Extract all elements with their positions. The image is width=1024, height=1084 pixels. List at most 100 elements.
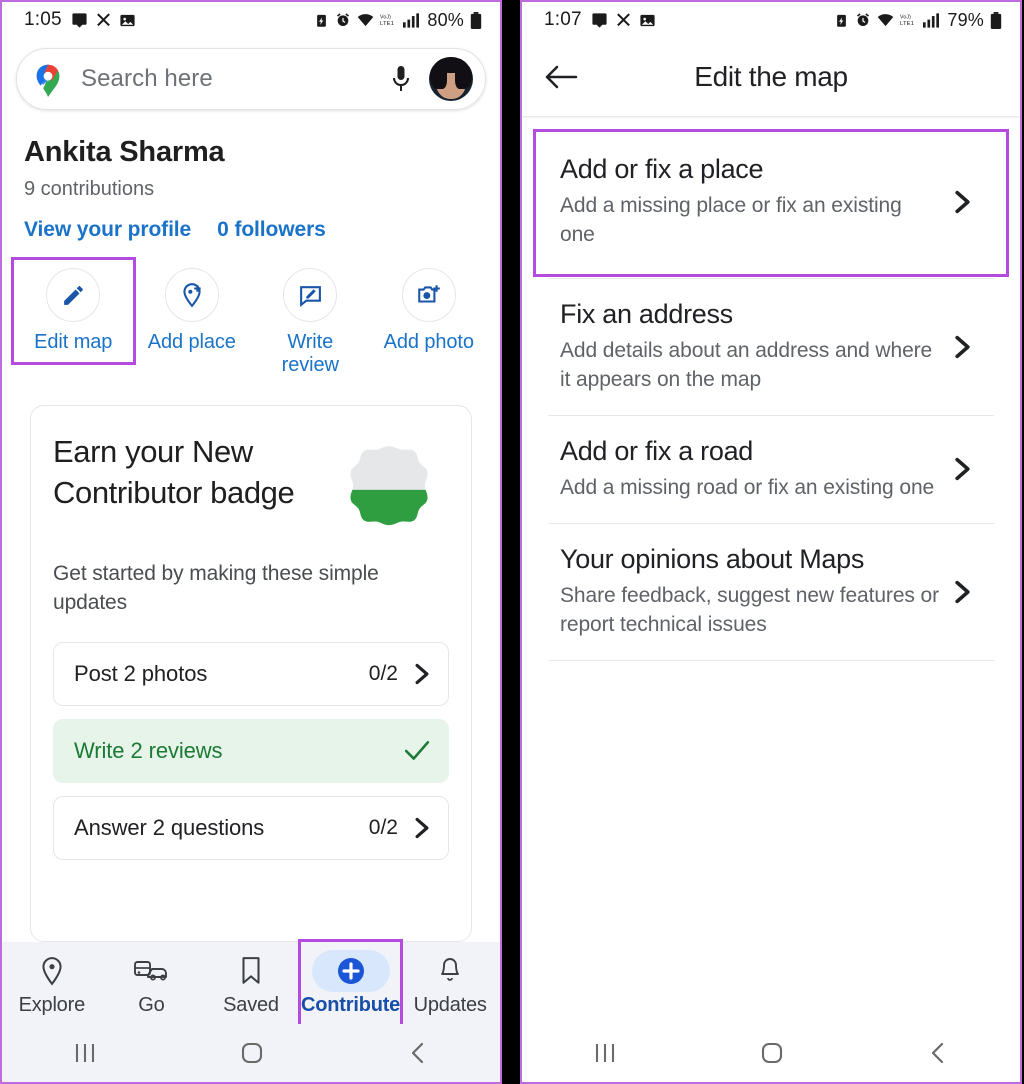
nav-item-explore[interactable]: Explore	[2, 942, 102, 1024]
edit-map-options-list: Add or fix a place Add a missing place o…	[522, 116, 1020, 1024]
option-body: Add or fix a place Add a missing place o…	[536, 154, 942, 250]
quick-action-label: Add place	[147, 331, 236, 353]
checkmark-icon	[404, 740, 430, 762]
search-bar[interactable]: Search here	[16, 48, 486, 110]
option-title: Add or fix a place	[560, 154, 764, 184]
page-title: Edit the map	[694, 61, 848, 92]
option-subtitle: Add a missing road or fix an existing on…	[560, 475, 935, 499]
write-review-icon	[283, 268, 338, 322]
add-place-pin-icon	[164, 268, 219, 322]
system-navigation-bar	[522, 1024, 1020, 1082]
view-profile-link[interactable]: View your profile	[24, 218, 191, 242]
battery-saver-icon	[314, 12, 329, 29]
contribution-count: 9 contributions	[24, 178, 155, 200]
chevron-right-icon	[942, 335, 982, 359]
google-maps-logo-icon	[31, 60, 65, 98]
chevron-right-icon	[942, 457, 982, 481]
commute-icon	[134, 951, 168, 991]
avatar[interactable]	[429, 57, 473, 101]
option-title: Your opinions about Maps	[560, 543, 865, 574]
nav-item-saved[interactable]: Saved	[201, 942, 301, 1024]
quick-action-label: Add photo	[383, 331, 474, 353]
alarm-icon	[335, 12, 351, 28]
signal-icon	[403, 12, 420, 28]
write-review-action[interactable]: Write review	[251, 260, 370, 385]
panel-divider	[502, 0, 520, 1084]
app-header: Edit the map	[522, 38, 1020, 116]
task-row[interactable]: Answer 2 questions 0/2	[53, 795, 449, 860]
status-bar: 1:07 VoJ) LTE1 79%	[522, 2, 1020, 38]
system-navigation-bar	[2, 1024, 500, 1082]
wifi-icon	[877, 13, 894, 28]
option-body: Fix an address Add details about an addr…	[536, 299, 942, 395]
svg-text:VoJ): VoJ)	[380, 15, 391, 21]
option-title: Add or fix a road	[560, 435, 754, 466]
contributor-badge-icon	[329, 432, 449, 546]
svg-text:LTE1: LTE1	[380, 21, 394, 27]
option-body: Your opinions about Maps Share feedback,…	[536, 544, 942, 640]
chevron-right-icon	[942, 190, 982, 214]
dual-screenshot-container: 1:05 VoJ) LTE1 80% Search here Ankita Sh…	[0, 0, 1024, 1084]
message-icon	[71, 12, 88, 29]
edit-map-action[interactable]: Edit map	[11, 257, 136, 365]
option-fix-an-address[interactable]: Fix an address Add details about an addr…	[536, 279, 1006, 415]
bottom-navigation: Explore Go Saved Contribute Updates	[2, 939, 500, 1027]
home-icon[interactable]	[238, 1039, 266, 1067]
battery-percent-label: 79%	[947, 9, 984, 30]
option-title: Fix an address	[560, 298, 733, 329]
status-bar-left-icons	[591, 12, 656, 29]
option-subtitle: Add details about an address and where i…	[560, 338, 933, 391]
chevron-right-icon	[942, 580, 982, 604]
nav-item-contribute[interactable]: Contribute	[297, 939, 404, 1027]
contributor-badge-card: Earn your New Contributor badge Get star…	[30, 405, 472, 942]
nav-item-go[interactable]: Go	[102, 942, 202, 1024]
location-pin-icon	[39, 951, 65, 991]
status-bar-time: 1:07	[544, 9, 582, 30]
chevron-right-icon	[414, 663, 430, 685]
nav-label: Contribute	[301, 994, 401, 1016]
followers-link[interactable]: 0 followers	[217, 218, 326, 242]
bell-icon	[438, 951, 462, 991]
status-bar-right-icons: VoJ) LTE1 79%	[834, 10, 1002, 31]
add-photo-camera-icon	[401, 268, 456, 322]
task-label: Write 2 reviews	[74, 737, 223, 763]
pencil-icon	[46, 268, 101, 322]
volte-icon: VoJ) LTE1	[900, 12, 917, 28]
volte-icon: VoJ) LTE1	[380, 12, 397, 28]
badge-card-subtitle: Get started by making these simple updat…	[53, 562, 379, 615]
battery-saver-icon	[834, 12, 849, 29]
microphone-icon[interactable]	[381, 64, 421, 94]
home-icon[interactable]	[758, 1039, 786, 1067]
signal-icon	[923, 12, 940, 28]
status-bar-left-icons	[71, 12, 136, 29]
photo-icon	[639, 12, 656, 29]
recents-icon[interactable]	[71, 1040, 99, 1066]
back-icon[interactable]	[925, 1039, 951, 1067]
wifi-icon	[357, 13, 374, 28]
nav-label: Saved	[223, 994, 279, 1016]
plus-circle-icon	[311, 950, 390, 992]
quick-actions: Edit map Add place Write review Add phot…	[2, 257, 500, 385]
task-row[interactable]: Write 2 reviews	[53, 718, 449, 783]
task-label: Post 2 photos	[74, 660, 208, 686]
status-bar-time: 1:05	[24, 9, 62, 30]
back-arrow-icon[interactable]	[544, 64, 590, 90]
svg-text:VoJ): VoJ)	[900, 15, 911, 21]
write-review-label-line1: Write	[287, 331, 334, 353]
add-place-action[interactable]: Add place	[133, 260, 252, 362]
task-count: 0/2	[368, 815, 398, 839]
search-input[interactable]: Search here	[81, 65, 381, 93]
write-review-label-line2: review	[281, 354, 339, 376]
option-subtitle: Add a missing place or fix an existing o…	[560, 194, 902, 246]
option-add-or-fix-a-place[interactable]: Add or fix a place Add a missing place o…	[533, 129, 1009, 277]
task-row[interactable]: Post 2 photos 0/2	[53, 641, 449, 706]
recents-icon[interactable]	[591, 1040, 619, 1066]
nav-item-updates[interactable]: Updates	[400, 942, 500, 1024]
alarm-icon	[855, 12, 871, 28]
back-icon[interactable]	[405, 1039, 431, 1067]
right-phone-screen: 1:07 VoJ) LTE1 79% Edit the map Add or f…	[520, 0, 1022, 1084]
option-add-or-fix-a-road[interactable]: Add or fix a road Add a missing road or …	[536, 416, 1006, 523]
quick-action-label: Edit map	[34, 331, 113, 353]
option-your-opinions-about-maps[interactable]: Your opinions about Maps Share feedback,…	[536, 524, 1006, 660]
add-photo-action[interactable]: Add photo	[370, 260, 489, 362]
